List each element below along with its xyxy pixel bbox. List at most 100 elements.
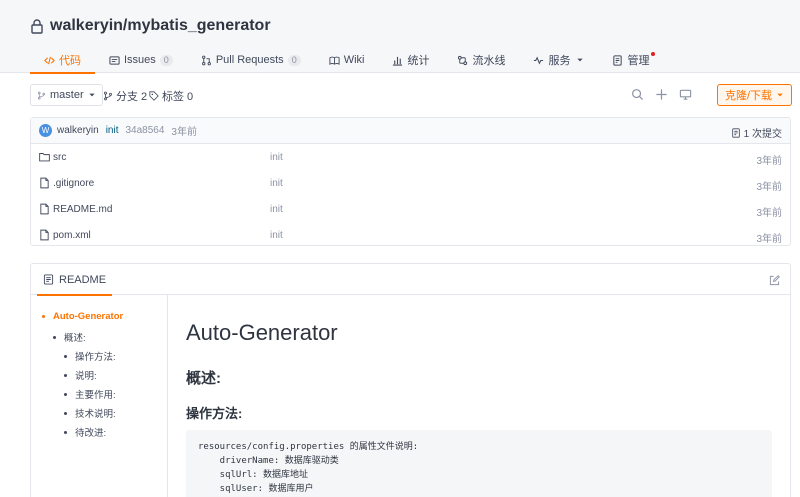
- branches-icon: [104, 91, 112, 101]
- tag-icon: [149, 91, 159, 101]
- toc-item[interactable]: Auto-Generator: [42, 311, 123, 322]
- plus-icon[interactable]: [655, 88, 668, 101]
- stats-icon: [393, 56, 403, 66]
- repo-name[interactable]: walkeryin/mybatis_generator: [50, 17, 271, 35]
- tab-label: Pull Requests: [215, 54, 284, 66]
- repo-tabs: 代码 Issues 0 Pull Requests 0 Wiki 统计 流水线 …: [30, 47, 663, 74]
- readme-tab-label: README: [59, 273, 107, 286]
- file-commit-message[interactable]: init: [270, 152, 283, 163]
- readme-tab[interactable]: README: [37, 264, 113, 296]
- tab-label: 代码: [59, 55, 81, 67]
- toc-label: 主要作用:: [75, 390, 116, 401]
- toc-bullet: [64, 430, 67, 434]
- caret-down-icon: [88, 93, 95, 97]
- toc-bullet: [53, 335, 56, 339]
- file-time: 3年前: [756, 156, 782, 167]
- file-icon: [40, 177, 49, 189]
- tags-link[interactable]: 标签 0: [149, 88, 193, 104]
- code-line: driverName: 数据库驱动类: [198, 456, 339, 466]
- lock-icon: [31, 19, 43, 34]
- file-name[interactable]: README.md: [53, 204, 112, 215]
- clone-download-button[interactable]: 克隆/下载: [717, 84, 792, 106]
- toc-label: Auto-Generator: [53, 311, 124, 322]
- caret-down-icon: [577, 58, 584, 62]
- repo-header: walkeryin/mybatis_generator 代码 Issues 0 …: [0, 0, 800, 74]
- toc-bullet: [64, 373, 67, 377]
- file-list: W walkeryin init 34a8564 3年前 1 次提交 src i…: [30, 117, 791, 246]
- file-commit-message[interactable]: init: [270, 230, 283, 241]
- toc-label: 概述:: [64, 333, 86, 344]
- commit-message[interactable]: init: [106, 125, 119, 136]
- code-block: resources/config.properties 的属性文件说明: dri…: [186, 430, 772, 497]
- file-row-gitignore[interactable]: .gitignore init 3年前: [31, 170, 790, 196]
- tab-manage[interactable]: 管理: [598, 47, 663, 73]
- tab-label: 统计: [407, 55, 430, 67]
- tab-label: 管理: [627, 55, 650, 67]
- file-name[interactable]: .gitignore: [53, 178, 94, 189]
- file-time: 3年前: [756, 182, 782, 193]
- toc-bullet: [64, 411, 67, 415]
- manage-icon: [613, 54, 623, 66]
- pipeline-icon: [458, 55, 468, 65]
- file-icon: [40, 203, 49, 215]
- readme-header: README: [31, 264, 790, 296]
- commit-sha[interactable]: 34a8564: [125, 125, 164, 136]
- tab-label: 流水线: [472, 55, 506, 67]
- tab-wiki[interactable]: Wiki: [315, 47, 379, 73]
- repo-title-bar: walkeryin/mybatis_generator: [30, 17, 271, 35]
- branches-count: 分支 2: [116, 91, 148, 103]
- code-line: resources/config.properties 的属性文件说明:: [198, 442, 419, 452]
- toc-item[interactable]: 说明:: [64, 368, 97, 382]
- pull-requests-count-badge: 0: [287, 54, 301, 66]
- file-name[interactable]: pom.xml: [53, 230, 91, 241]
- tab-code[interactable]: 代码: [30, 47, 95, 74]
- file-commit-message[interactable]: init: [270, 178, 283, 189]
- toc-item[interactable]: 技术说明:: [64, 406, 116, 420]
- tab-pull-requests[interactable]: Pull Requests 0: [187, 47, 315, 73]
- tab-pipeline[interactable]: 流水线: [443, 47, 519, 73]
- toc-item[interactable]: 主要作用:: [64, 387, 116, 401]
- code-icon: [44, 56, 55, 64]
- commit-author[interactable]: walkeryin: [57, 125, 99, 136]
- toc-bullet: [42, 315, 45, 318]
- file-row-pom[interactable]: pom.xml init 3年前: [31, 222, 790, 248]
- branch-icon: [37, 91, 46, 99]
- readme-heading-1: Auto-Generator: [186, 320, 338, 345]
- file-name[interactable]: src: [53, 152, 66, 163]
- caret-down-icon: [777, 93, 783, 97]
- readme-heading-2: 概述:: [186, 370, 221, 387]
- tab-stats[interactable]: 统计: [378, 47, 443, 73]
- clone-label: 克隆/下载: [724, 90, 773, 102]
- repo-toolbar: master 分支 2 标签 0 克隆/下载: [30, 84, 792, 106]
- file-row-readme[interactable]: README.md init 3年前: [31, 196, 790, 222]
- commit-count-link[interactable]: 1 次提交: [731, 125, 782, 140]
- edit-icon[interactable]: [769, 275, 780, 286]
- file-commit-message[interactable]: init: [270, 204, 283, 215]
- readme-panel: README Auto-Generator 概述: 操作方法: 说明: 主要作用…: [30, 263, 791, 497]
- tab-issues[interactable]: Issues 0: [95, 47, 187, 73]
- toc-item[interactable]: 操作方法:: [64, 349, 116, 363]
- branch-selector[interactable]: master: [30, 84, 103, 106]
- monitor-icon[interactable]: [679, 88, 692, 101]
- toc-item[interactable]: 概述:: [53, 330, 86, 344]
- latest-commit-bar: W walkeryin init 34a8564 3年前 1 次提交: [31, 118, 790, 144]
- toc-item[interactable]: 待改进:: [64, 425, 106, 439]
- tab-label: Issues: [124, 54, 156, 66]
- avatar[interactable]: W: [39, 124, 52, 137]
- branches-link[interactable]: 分支 2: [103, 88, 147, 104]
- toc-bullet: [64, 354, 67, 358]
- toc-label: 操作方法:: [75, 352, 116, 363]
- code-line: sqlUser: 数据库用户: [198, 484, 314, 494]
- readme-toc: Auto-Generator 概述: 操作方法: 说明: 主要作用: 技术说明:…: [31, 295, 168, 497]
- commit-count: 1 次提交: [743, 129, 782, 140]
- toc-label: 说明:: [75, 371, 97, 382]
- tab-label: Wiki: [343, 54, 365, 66]
- file-time: 3年前: [756, 208, 782, 219]
- search-icon[interactable]: [631, 88, 644, 101]
- readme-heading-3: 操作方法:: [186, 406, 243, 421]
- tab-service[interactable]: 服务: [519, 47, 598, 73]
- folder-icon: [39, 153, 50, 162]
- pull-request-icon: [201, 55, 211, 65]
- toc-label: 技术说明:: [75, 409, 116, 420]
- file-row-src[interactable]: src init 3年前: [31, 144, 790, 170]
